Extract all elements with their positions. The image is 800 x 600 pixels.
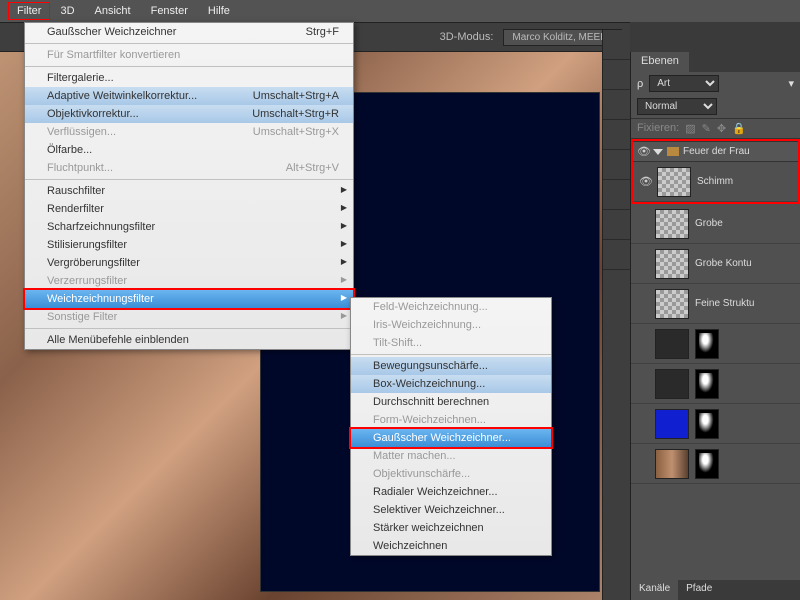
layer-row[interactable] — [631, 324, 800, 364]
menu-hilfe[interactable]: Hilfe — [198, 1, 240, 21]
layer-row[interactable]: 👁 Schimm — [633, 162, 798, 202]
menu-noise[interactable]: Rauschfilter — [25, 182, 353, 200]
menu-ansicht[interactable]: Ansicht — [85, 1, 141, 21]
menu-filter[interactable]: Filter — [8, 2, 50, 20]
panel-icon[interactable] — [603, 120, 630, 150]
menu-other[interactable]: Sonstige Filter — [25, 308, 353, 326]
layer-thumbnail[interactable] — [655, 449, 689, 479]
tab-ebenen[interactable]: Ebenen — [631, 52, 689, 72]
menu-3d[interactable]: 3D — [50, 1, 84, 21]
lock-all-icon[interactable]: 🔒 — [732, 122, 746, 135]
collapsed-panels-strip — [602, 30, 630, 600]
layer-row[interactable] — [631, 404, 800, 444]
layer-name: Grobe Kontu — [695, 258, 752, 269]
layer-mask[interactable] — [695, 329, 719, 359]
layer-name: Schimm — [697, 176, 733, 187]
menu-lens-correction[interactable]: Objektivkorrektur...Umschalt+Strg+R — [25, 105, 353, 123]
submenu-radial-blur[interactable]: Radialer Weichzeichner... — [351, 483, 551, 501]
menu-distort[interactable]: Verzerrungsfilter — [25, 272, 353, 290]
panel-icon[interactable] — [603, 60, 630, 90]
mode-label: 3D-Modus: — [440, 31, 494, 43]
submenu-smart-blur[interactable]: Selektiver Weichzeichner... — [351, 501, 551, 519]
layers-panel: Ebenen ρArt ▾ Normal Fixieren: ▨ ✎ ✥ 🔒 👁… — [630, 52, 800, 600]
layer-mask[interactable] — [695, 369, 719, 399]
menu-vanishing-point: Fluchtpunkt...Alt+Strg+V — [25, 159, 353, 177]
layer-thumbnail[interactable] — [655, 409, 689, 439]
visibility-icon[interactable]: 👁 — [637, 145, 649, 158]
kind-select[interactable]: Art — [649, 75, 719, 92]
menu-oil[interactable]: Ölfarbe... — [25, 141, 353, 159]
lock-paint-icon[interactable]: ✎ — [702, 122, 711, 135]
filter-menu: Gaußscher WeichzeichnerStrg+F Für Smartf… — [24, 22, 354, 350]
submenu-lens-blur: Objektivunschärfe... — [351, 465, 551, 483]
layer-row[interactable] — [631, 364, 800, 404]
layer-thumbnail[interactable] — [657, 167, 691, 197]
layer-name: Grobe — [695, 218, 723, 229]
layer-row[interactable]: Grobe — [631, 204, 800, 244]
tab-pfade[interactable]: Pfade — [678, 580, 720, 600]
layer-name: Feine Struktu — [695, 298, 754, 309]
layer-group[interactable]: 👁 Feuer der Frau — [633, 141, 798, 162]
layer-row[interactable]: Feine Struktu — [631, 284, 800, 324]
menu-smart-convert: Für Smartfilter konvertieren — [25, 46, 353, 64]
layer-row[interactable] — [631, 444, 800, 484]
submenu-iris-blur: Iris-Weichzeichnung... — [351, 316, 551, 334]
layer-mask[interactable] — [695, 449, 719, 479]
submenu-field-blur: Feld-Weichzeichnung... — [351, 298, 551, 316]
submenu-gaussian-blur[interactable]: Gaußscher Weichzeichner... — [349, 427, 553, 449]
menu-liquify: Verflüssigen...Umschalt+Strg+X — [25, 123, 353, 141]
menu-sharpen[interactable]: Scharfzeichnungsfilter — [25, 218, 353, 236]
submenu-blur[interactable]: Weichzeichnen — [351, 537, 551, 555]
folder-icon — [667, 147, 679, 156]
lock-move-icon[interactable]: ✥ — [717, 122, 726, 135]
panel-icon[interactable] — [603, 90, 630, 120]
blend-mode-select[interactable]: Normal — [637, 98, 717, 115]
layer-mask[interactable] — [695, 409, 719, 439]
menu-filter-gallery[interactable]: Filtergalerie... — [25, 69, 353, 87]
submenu-blur-more[interactable]: Stärker weichzeichnen — [351, 519, 551, 537]
layer-thumbnail[interactable] — [655, 209, 689, 239]
panel-icon[interactable] — [603, 180, 630, 210]
group-name: Feuer der Frau — [683, 146, 750, 157]
group-toggle-icon[interactable] — [653, 149, 663, 155]
layer-thumbnail[interactable] — [655, 329, 689, 359]
menu-pixelate[interactable]: Vergröberungsfilter — [25, 254, 353, 272]
menu-show-all[interactable]: Alle Menübefehle einblenden — [25, 331, 353, 349]
menubar: Filter 3D Ansicht Fenster Hilfe — [0, 0, 800, 22]
submenu-matte[interactable]: Matter machen... — [351, 447, 551, 465]
blur-submenu: Feld-Weichzeichnung... Iris-Weichzeichnu… — [350, 297, 552, 556]
tab-kanaele[interactable]: Kanäle — [631, 580, 678, 600]
panel-tabs: Ebenen — [631, 52, 800, 72]
submenu-box-blur[interactable]: Box-Weichzeichnung... — [351, 375, 551, 393]
menu-blur[interactable]: Weichzeichnungsfilter — [25, 290, 353, 308]
menu-fenster[interactable]: Fenster — [141, 1, 198, 21]
lock-transparent-icon[interactable]: ▨ — [685, 122, 695, 135]
menu-render[interactable]: Renderfilter — [25, 200, 353, 218]
panel-icon[interactable] — [603, 150, 630, 180]
panel-icon[interactable] — [603, 240, 630, 270]
menu-last-filter[interactable]: Gaußscher WeichzeichnerStrg+F — [25, 23, 353, 41]
submenu-tilt-shift: Tilt-Shift... — [351, 334, 551, 352]
lock-label: Fixieren: — [637, 122, 679, 135]
menu-adaptive[interactable]: Adaptive Weitwinkelkorrektur...Umschalt+… — [25, 87, 353, 105]
highlighted-layer-area: 👁 Feuer der Frau 👁 Schimm — [631, 139, 800, 204]
panel-icon[interactable] — [603, 210, 630, 240]
submenu-average[interactable]: Durchschnitt berechnen — [351, 393, 551, 411]
layer-row[interactable]: Grobe Kontu — [631, 244, 800, 284]
panel-bottom-tabs: Kanäle Pfade — [631, 580, 800, 600]
lock-row: Fixieren: ▨ ✎ ✥ 🔒 — [631, 118, 800, 139]
layer-thumbnail[interactable] — [655, 289, 689, 319]
layer-thumbnail[interactable] — [655, 369, 689, 399]
submenu-motion-blur[interactable]: Bewegungsunschärfe... — [351, 357, 551, 375]
visibility-icon[interactable]: 👁 — [639, 175, 651, 188]
menu-stylize[interactable]: Stilisierungsfilter — [25, 236, 353, 254]
layer-thumbnail[interactable] — [655, 249, 689, 279]
panel-icon[interactable] — [603, 30, 630, 60]
